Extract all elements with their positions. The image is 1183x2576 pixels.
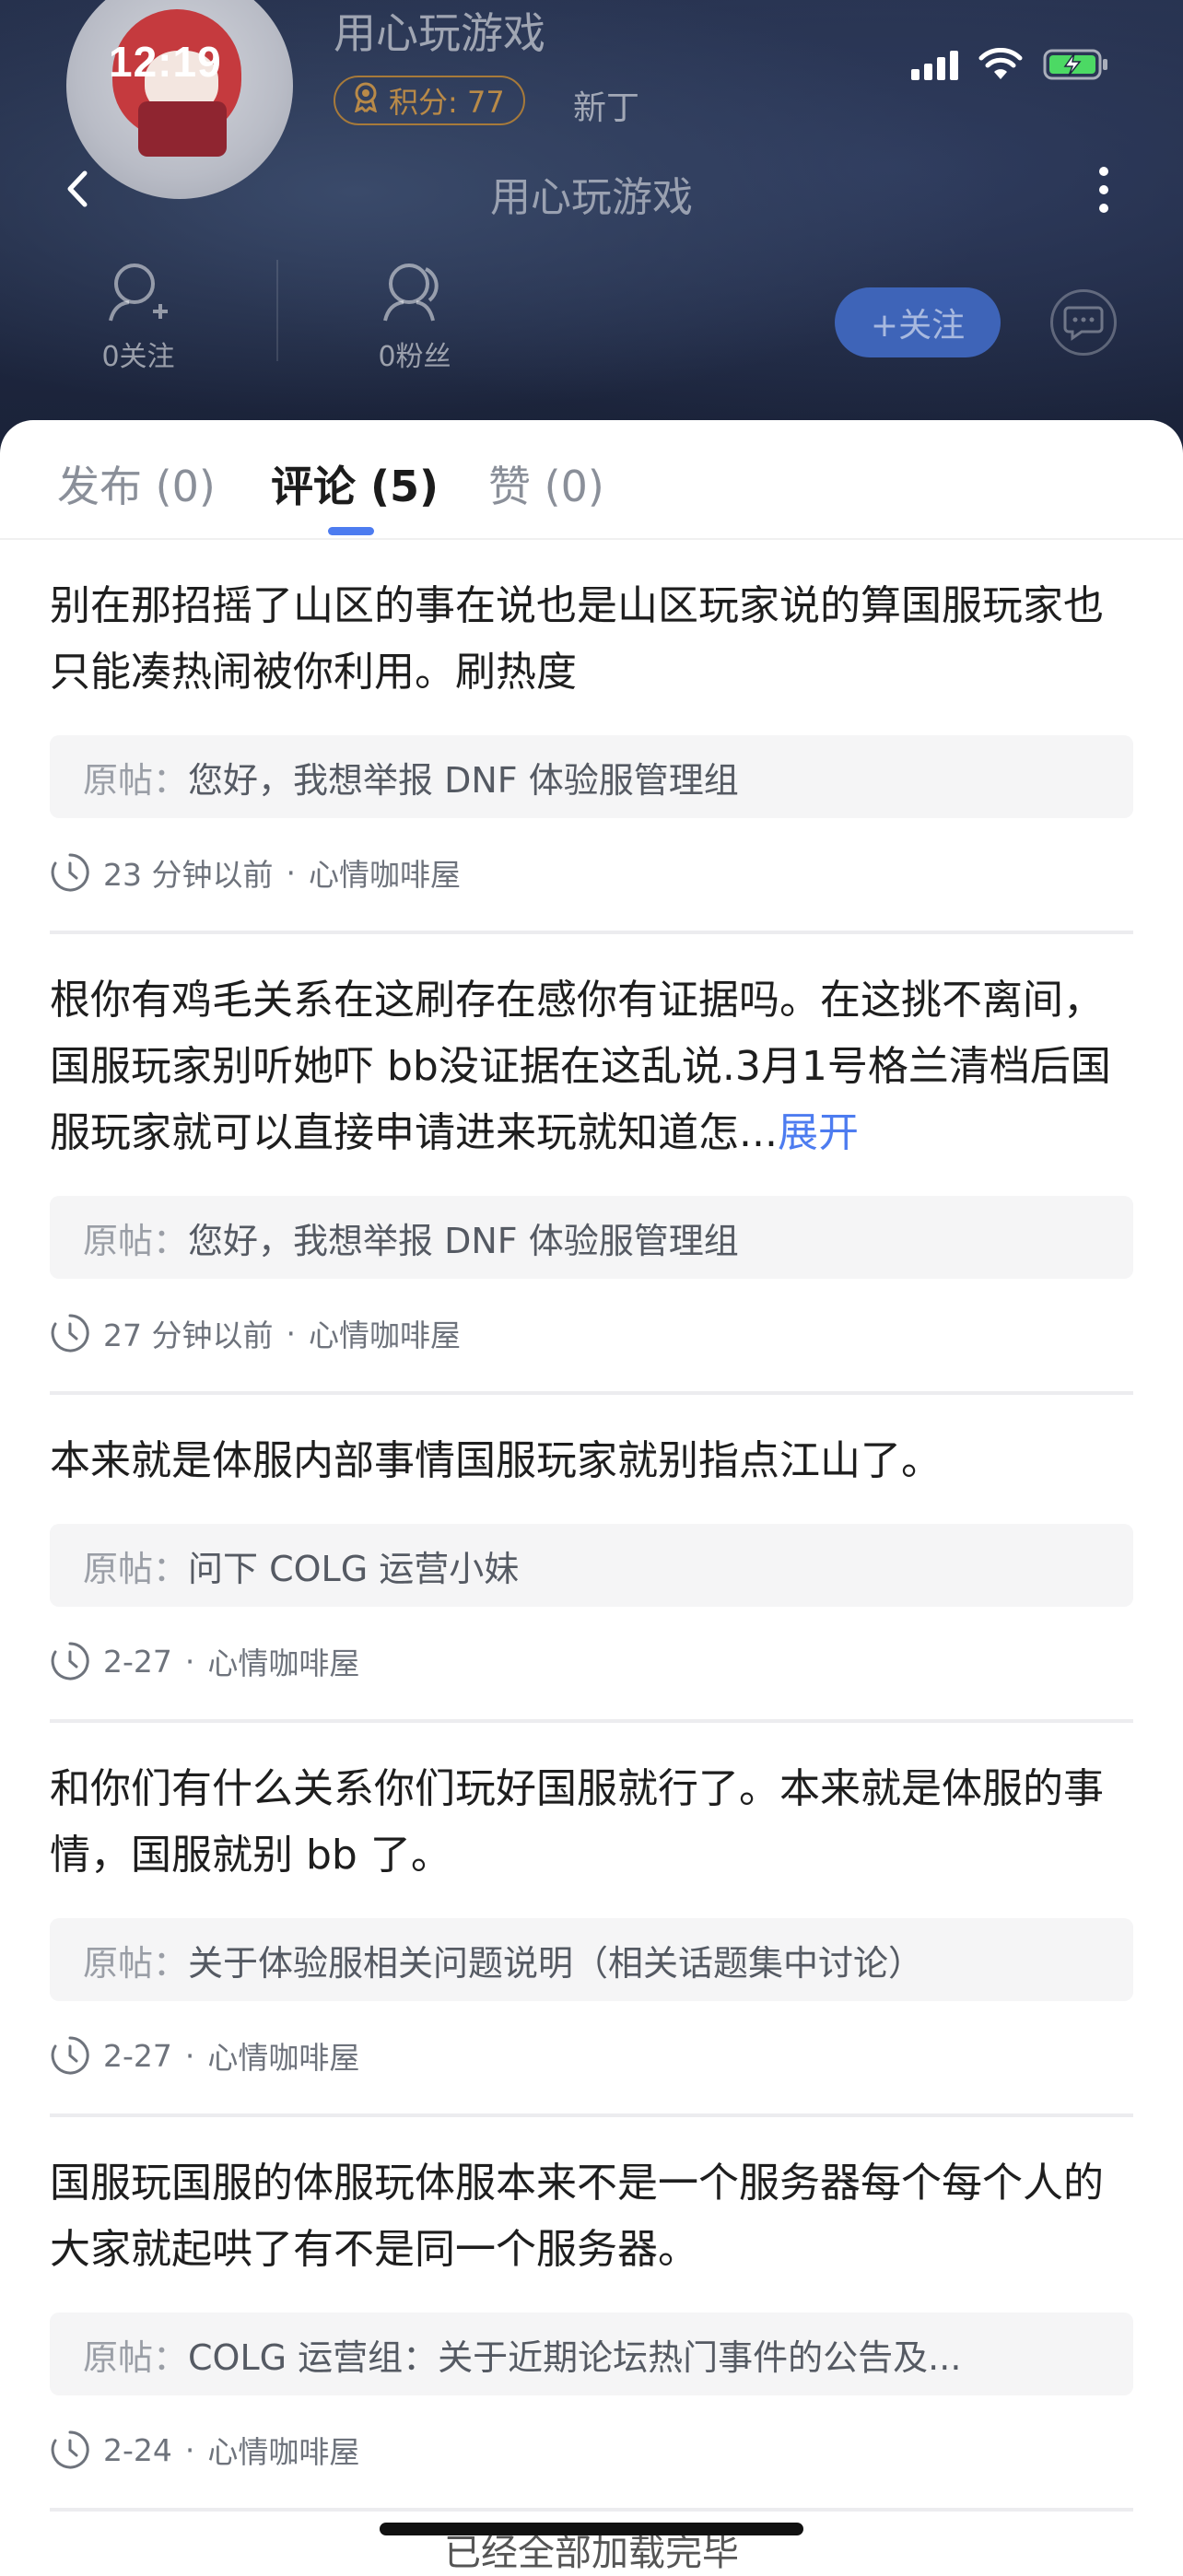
original-post-prefix: 原帖： (83, 1548, 189, 1589)
comment-list: 别在那招摇了山区的事在说也是山区玩家说的算国服玩家也只能凑热闹被你利用。刷热度 … (0, 540, 1183, 2512)
tab-comments[interactable]: 评论 (5) (271, 453, 439, 514)
content-panel: 发布 (0) 评论 (5) 赞 (0) 别在那招摇了山区的事在说也是山区玩家说的… (0, 420, 1183, 2559)
original-post-link[interactable]: 原帖： 您好，我想举报 DNF 体验服管理组 (50, 1196, 1133, 1279)
expand-link[interactable]: 展开 (778, 1109, 859, 1156)
comment-item[interactable]: 本来就是体服内部事情国服玩家就别指点江山了。 原帖： 问下 COLG 运营小妹 … (0, 1395, 1183, 1723)
tab-likes[interactable]: 赞 (0) (488, 453, 604, 514)
comment-time: 27 分钟以前 (103, 1317, 274, 1353)
status-icons (911, 48, 1109, 81)
following-stat[interactable]: 0关注 (64, 260, 212, 374)
original-post-prefix: 原帖： (83, 759, 189, 801)
item-divider (50, 2508, 1133, 2512)
clock-icon (51, 2036, 89, 2075)
comment-forum[interactable]: 心情咖啡屋 (207, 2033, 359, 2078)
profile-name: 用心玩游戏 (334, 8, 545, 58)
original-post-prefix: 原帖： (83, 2336, 189, 2378)
wifi-icon (978, 48, 1023, 81)
score-badge: 积分: 77 (334, 76, 525, 125)
comment-text: 国服玩国服的体服玩体服本来不是一个服务器每个每个人的大家就起哄了有不是同一个服务… (50, 2160, 1104, 2273)
battery-charging-icon (1043, 48, 1109, 81)
original-post-link[interactable]: 原帖： 关于体验服相关问题说明（相关话题集中讨论） (50, 1918, 1133, 2001)
original-post-prefix: 原帖： (83, 1220, 189, 1261)
message-button[interactable] (1050, 289, 1117, 356)
comment-text: 别在那招摇了山区的事在说也是山区玩家说的算国服玩家也只能凑热闹被你利用。刷热度 (50, 582, 1104, 696)
original-post-prefix: 原帖： (83, 1942, 189, 1984)
status-time: 12:19 (109, 38, 222, 86)
medal-icon (352, 81, 380, 120)
more-vertical-icon (1099, 167, 1108, 213)
follow-button[interactable]: +关注 (835, 287, 1001, 357)
comment-text: 和你们有什么关系你们玩好国服就行了。本来就是体服的事情，国服就别 bb 了。 (50, 1765, 1104, 1879)
score-text: 积分: 77 (389, 85, 505, 120)
comment-meta: 2-24 · 心情咖啡屋 (50, 2429, 1133, 2471)
clock-icon (51, 2430, 89, 2469)
original-post-title: 问下 COLG 运营小妹 (188, 1548, 520, 1589)
comment-time: 2-24 (103, 2431, 172, 2468)
comment-forum[interactable]: 心情咖啡屋 (207, 1639, 359, 1683)
comment-forum[interactable]: 心情咖啡屋 (309, 850, 461, 895)
comment-time: 23 分钟以前 (103, 857, 274, 893)
comment-meta: 23 分钟以前 · 心情咖啡屋 (50, 851, 1133, 894)
original-post-title: 您好，我想举报 DNF 体验服管理组 (188, 1220, 739, 1261)
avatar-scarf (138, 101, 227, 157)
home-indicator[interactable] (380, 2523, 803, 2535)
original-post-link[interactable]: 原帖： 问下 COLG 运营小妹 (50, 1524, 1133, 1607)
comment-item[interactable]: 国服玩国服的体服玩体服本来不是一个服务器每个每个人的大家就起哄了有不是同一个服务… (0, 2117, 1183, 2512)
comment-time: 2-27 (103, 2037, 172, 2074)
comment-item[interactable]: 别在那招摇了山区的事在说也是山区玩家说的算国服玩家也只能凑热闹被你利用。刷热度 … (0, 540, 1183, 934)
users-icon (383, 263, 439, 322)
original-post-link[interactable]: 原帖： COLG 运营组：关于近期论坛热门事件的公告及... (50, 2313, 1133, 2395)
original-post-title: COLG 运营组：关于近期论坛热门事件的公告及... (188, 2336, 962, 2378)
following-count: 0关注 (101, 341, 175, 373)
original-post-link[interactable]: 原帖： 您好，我想举报 DNF 体验服管理组 (50, 735, 1133, 818)
clock-icon (51, 1642, 89, 1680)
rank-label: 新丁 (573, 89, 640, 127)
stat-divider (276, 260, 278, 361)
meta-separator: · (184, 2037, 195, 2074)
comment-meta: 2-27 · 心情咖啡屋 (50, 2034, 1133, 2077)
clock-icon (51, 853, 89, 892)
comment-forum[interactable]: 心情咖啡屋 (309, 1311, 461, 1355)
profile-header: 12:19 用心玩游戏 积分: 77 新丁 用心玩游戏 0关注 0粉丝 +关注 (0, 0, 1183, 479)
original-post-title: 关于体验服相关问题说明（相关话题集中讨论） (188, 1942, 924, 1984)
nav-title: 用心玩游戏 (490, 174, 693, 221)
tab-active-indicator (328, 527, 374, 535)
comment-text: 本来就是体服内部事情国服玩家就别指点江山了。 (50, 1437, 942, 1484)
followers-count: 0粉丝 (378, 341, 451, 373)
followers-stat[interactable]: 0粉丝 (341, 260, 488, 374)
meta-separator: · (184, 1643, 195, 1680)
more-button[interactable] (1093, 162, 1115, 217)
chat-bubble-icon (1063, 306, 1104, 341)
original-post-title: 您好，我想举报 DNF 体验服管理组 (188, 759, 739, 801)
comment-meta: 27 分钟以前 · 心情咖啡屋 (50, 1312, 1133, 1354)
comment-meta: 2-27 · 心情咖啡屋 (50, 1640, 1133, 1682)
comment-time: 2-27 (103, 1643, 172, 1680)
meta-separator: · (286, 854, 296, 891)
meta-separator: · (184, 2431, 195, 2468)
user-plus-icon (109, 263, 168, 322)
tab-bar: 发布 (0) 评论 (5) 赞 (0) (0, 420, 1183, 540)
comment-item[interactable]: 根你有鸡毛关系在这刷存在感你有证据吗。在这挑不离间，国服玩家别听她吓 bb没证据… (0, 934, 1183, 1395)
meta-separator: · (286, 1315, 296, 1352)
signal-icon (911, 49, 958, 80)
comment-forum[interactable]: 心情咖啡屋 (207, 2428, 359, 2472)
comment-text: 根你有鸡毛关系在这刷存在感你有证据吗。在这挑不离间，国服玩家别听她吓 bb没证据… (50, 977, 1111, 1156)
clock-icon (51, 1314, 89, 1352)
tab-posts[interactable]: 发布 (0) (57, 453, 216, 514)
comment-item[interactable]: 和你们有什么关系你们玩好国服就行了。本来就是体服的事情，国服就别 bb 了。 原… (0, 1723, 1183, 2117)
